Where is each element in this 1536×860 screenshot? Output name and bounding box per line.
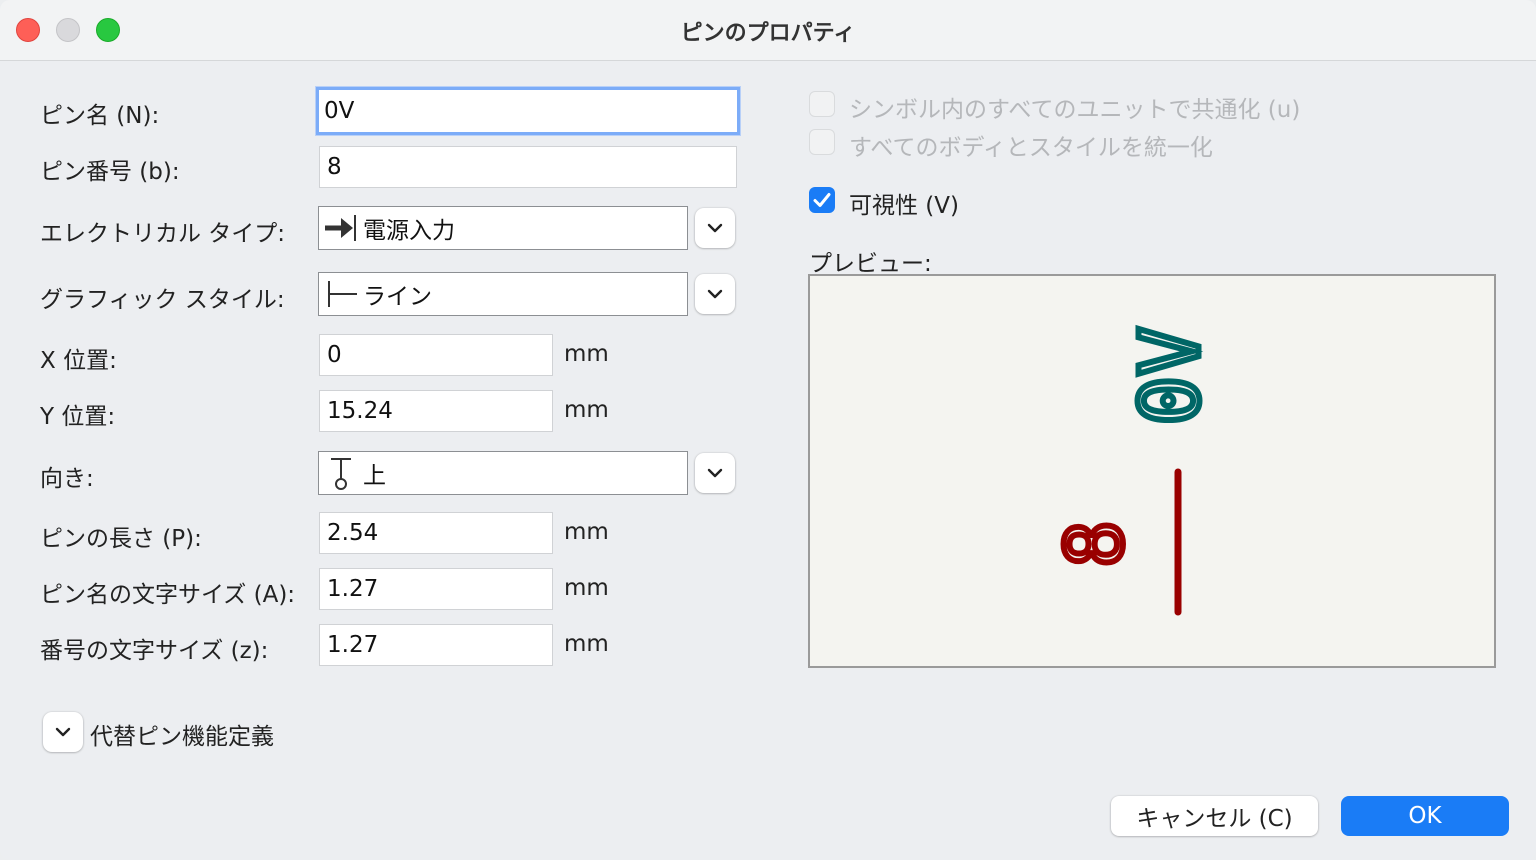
chevron-down-icon [55,727,71,737]
pin-name-label: ピン名 (N): [40,103,160,129]
graphic-style-select[interactable]: ライン [318,272,688,316]
electrical-type-label: エレクトリカル タイプ: [40,221,286,247]
orientation-value: 上 [363,463,386,489]
visible-label: 可視性 (V) [849,193,959,219]
orientation-label: 向き: [40,466,94,492]
visible-checkbox[interactable] [809,187,835,213]
alternate-pins-label: 代替ピン機能定義 [90,724,274,750]
orientation-select[interactable]: 上 [318,451,688,495]
pin-length-label: ピンの長さ (P): [40,526,202,552]
name-text-size-label: ピン名の文字サイズ (A): [40,582,296,608]
chevron-down-icon [707,223,723,233]
pin-length-input[interactable] [319,512,553,554]
cancel-button[interactable]: キャンセル (C) [1111,796,1318,836]
line-style-icon [319,274,363,314]
pin-number-text: 8 [1051,521,1141,568]
pin-properties-dialog: ピンのプロパティ ピン名 (N): ピン番号 (b): エレクトリカル タイプ:… [0,0,1536,860]
ok-button[interactable]: OK [1341,796,1509,836]
x-position-label: X 位置: [40,348,117,374]
y-position-unit: mm [564,397,609,423]
number-text-size-label: 番号の文字サイズ (z): [40,638,269,664]
x-position-unit: mm [564,341,609,367]
power-input-arrow-icon [319,208,363,248]
titlebar: ピンのプロパティ [0,0,1536,61]
chevron-down-icon [707,289,723,299]
electrical-type-dropdown-button[interactable] [695,208,735,248]
pin-number-input[interactable] [319,146,737,188]
common-units-label: シンボル内のすべてのユニットで共通化 (u) [849,97,1301,123]
common-styles-label: すべてのボディとスタイルを統一化 [849,135,1213,161]
name-text-size-unit: mm [564,575,609,601]
number-text-size-input[interactable] [319,624,553,666]
window-title: ピンのプロパティ [680,21,856,46]
name-text-size-input[interactable] [319,568,553,610]
pin-number-label: ピン番号 (b): [40,159,180,185]
pin-preview-graphic: 8 0V [1048,324,1221,616]
pin-preview-canvas: 8 0V [808,274,1496,668]
common-units-checkbox[interactable] [809,91,835,117]
orientation-dropdown-button[interactable] [695,453,735,493]
y-position-input[interactable] [319,390,553,432]
graphic-style-value: ライン [363,284,432,310]
x-position-input[interactable] [319,334,553,376]
y-position-label: Y 位置: [40,404,116,430]
graphic-style-label: グラフィック スタイル: [40,287,285,313]
chevron-down-icon [707,468,723,478]
electrical-type-select[interactable]: 電源入力 [318,206,688,250]
preview-label: プレビュー: [809,251,932,277]
pin-length-unit: mm [564,519,609,545]
common-styles-checkbox[interactable] [809,129,835,155]
pin-name-text: 0V [1123,327,1218,426]
pin-up-icon [319,453,363,493]
number-text-size-unit: mm [564,631,609,657]
graphic-style-dropdown-button[interactable] [695,274,735,314]
alternate-pins-toggle-button[interactable] [43,712,83,752]
checkmark-icon [813,193,831,207]
pin-name-input[interactable] [316,87,740,135]
electrical-type-value: 電源入力 [363,218,455,244]
